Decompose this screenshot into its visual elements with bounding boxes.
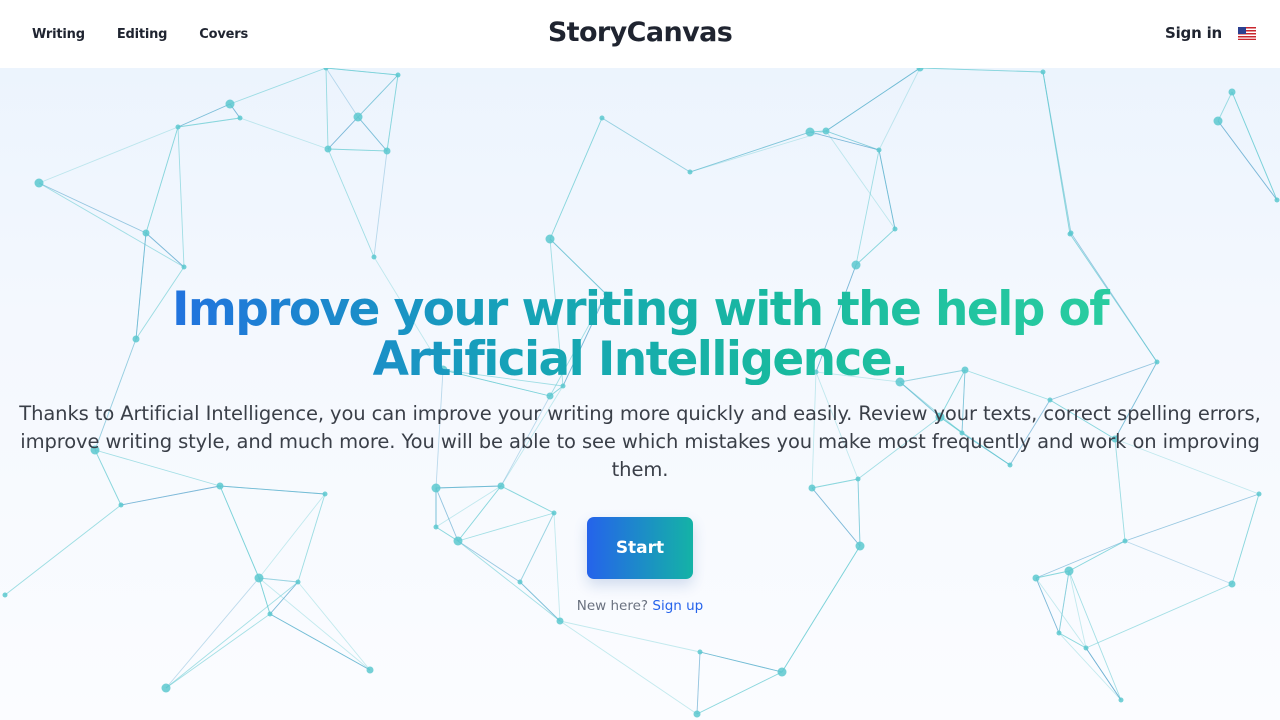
site-logo[interactable]: StoryCanvas — [0, 17, 1280, 48]
sign-in-link[interactable]: Sign in — [1165, 24, 1222, 42]
start-button[interactable]: Start — [587, 517, 693, 579]
hero-description: Thanks to Artificial Intelligence, you c… — [19, 402, 1261, 481]
signup-prompt-line: New here? Sign up — [0, 598, 1280, 614]
hero-section: Improve your writing with the help of Ar… — [0, 0, 1280, 720]
us-flag-icon[interactable] — [1238, 27, 1256, 40]
sign-up-link[interactable]: Sign up — [652, 598, 703, 614]
top-navigation-bar: Writing Editing Covers StoryCanvas Sign … — [0, 0, 1280, 68]
signup-prompt-text: New here? — [576, 598, 649, 614]
hero-headline: Improve your writing with the help of Ar… — [60, 285, 1220, 385]
